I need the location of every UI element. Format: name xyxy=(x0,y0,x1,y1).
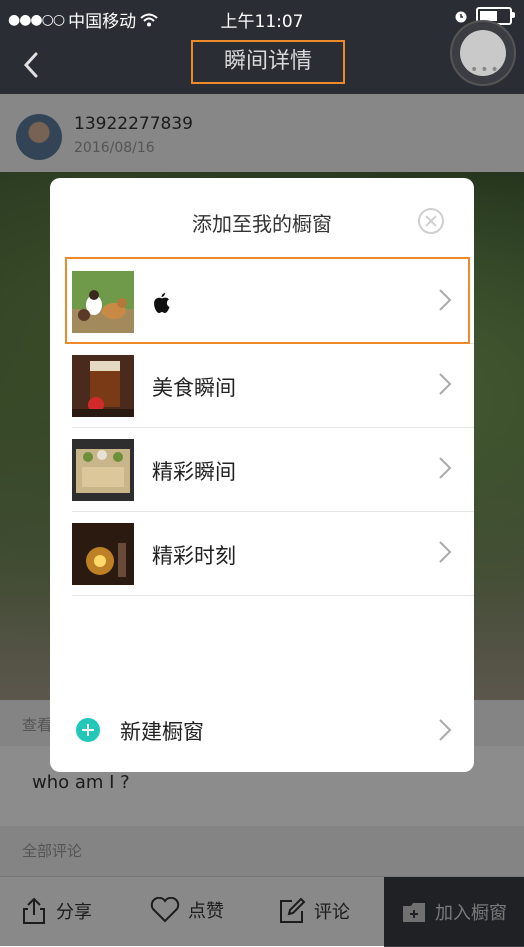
back-button[interactable] xyxy=(18,48,46,82)
dialog-title: 添加至我的橱窗 xyxy=(192,212,332,236)
chevron-right-icon xyxy=(439,719,452,741)
showcase-item-label: 精彩瞬间 xyxy=(152,460,236,484)
showcase-item-label: 精彩时刻 xyxy=(152,544,236,568)
showcase-thumbnail xyxy=(72,523,134,585)
plus-icon xyxy=(76,718,100,742)
showcase-thumbnail xyxy=(72,271,134,333)
showcase-item[interactable]: 精彩时刻 xyxy=(72,512,474,596)
new-showcase-button[interactable]: 新建橱窗 xyxy=(50,700,474,760)
new-showcase-label: 新建橱窗 xyxy=(120,720,204,744)
chevron-right-icon xyxy=(439,373,452,395)
status-bar: ●●●○○ 中国移动 上午11:07 xyxy=(0,0,524,36)
add-to-showcase-dialog: 添加至我的橱窗 美食瞬间 精彩瞬间 精彩时刻 新建橱窗 xyxy=(50,178,474,772)
showcase-item-label: 美食瞬间 xyxy=(152,376,236,400)
showcase-item[interactable]: 精彩瞬间 xyxy=(72,428,474,512)
showcase-item[interactable]: 美食瞬间 xyxy=(72,344,474,428)
nav-bar: 瞬间详情 xyxy=(0,36,524,94)
assistive-touch-dots: ••• xyxy=(470,62,501,78)
showcase-item[interactable] xyxy=(72,260,474,344)
chevron-right-icon xyxy=(439,541,452,563)
apple-icon xyxy=(154,293,170,313)
clock: 上午11:07 xyxy=(220,12,304,32)
alarm-icon xyxy=(455,11,467,23)
showcase-thumbnail xyxy=(72,355,134,417)
close-button[interactable] xyxy=(418,208,444,234)
chevron-right-icon xyxy=(439,457,452,479)
page-title: 瞬间详情 xyxy=(191,40,345,84)
showcase-thumbnail xyxy=(72,439,134,501)
assistive-touch-button[interactable]: ••• xyxy=(450,20,516,86)
chevron-right-icon xyxy=(439,289,452,311)
